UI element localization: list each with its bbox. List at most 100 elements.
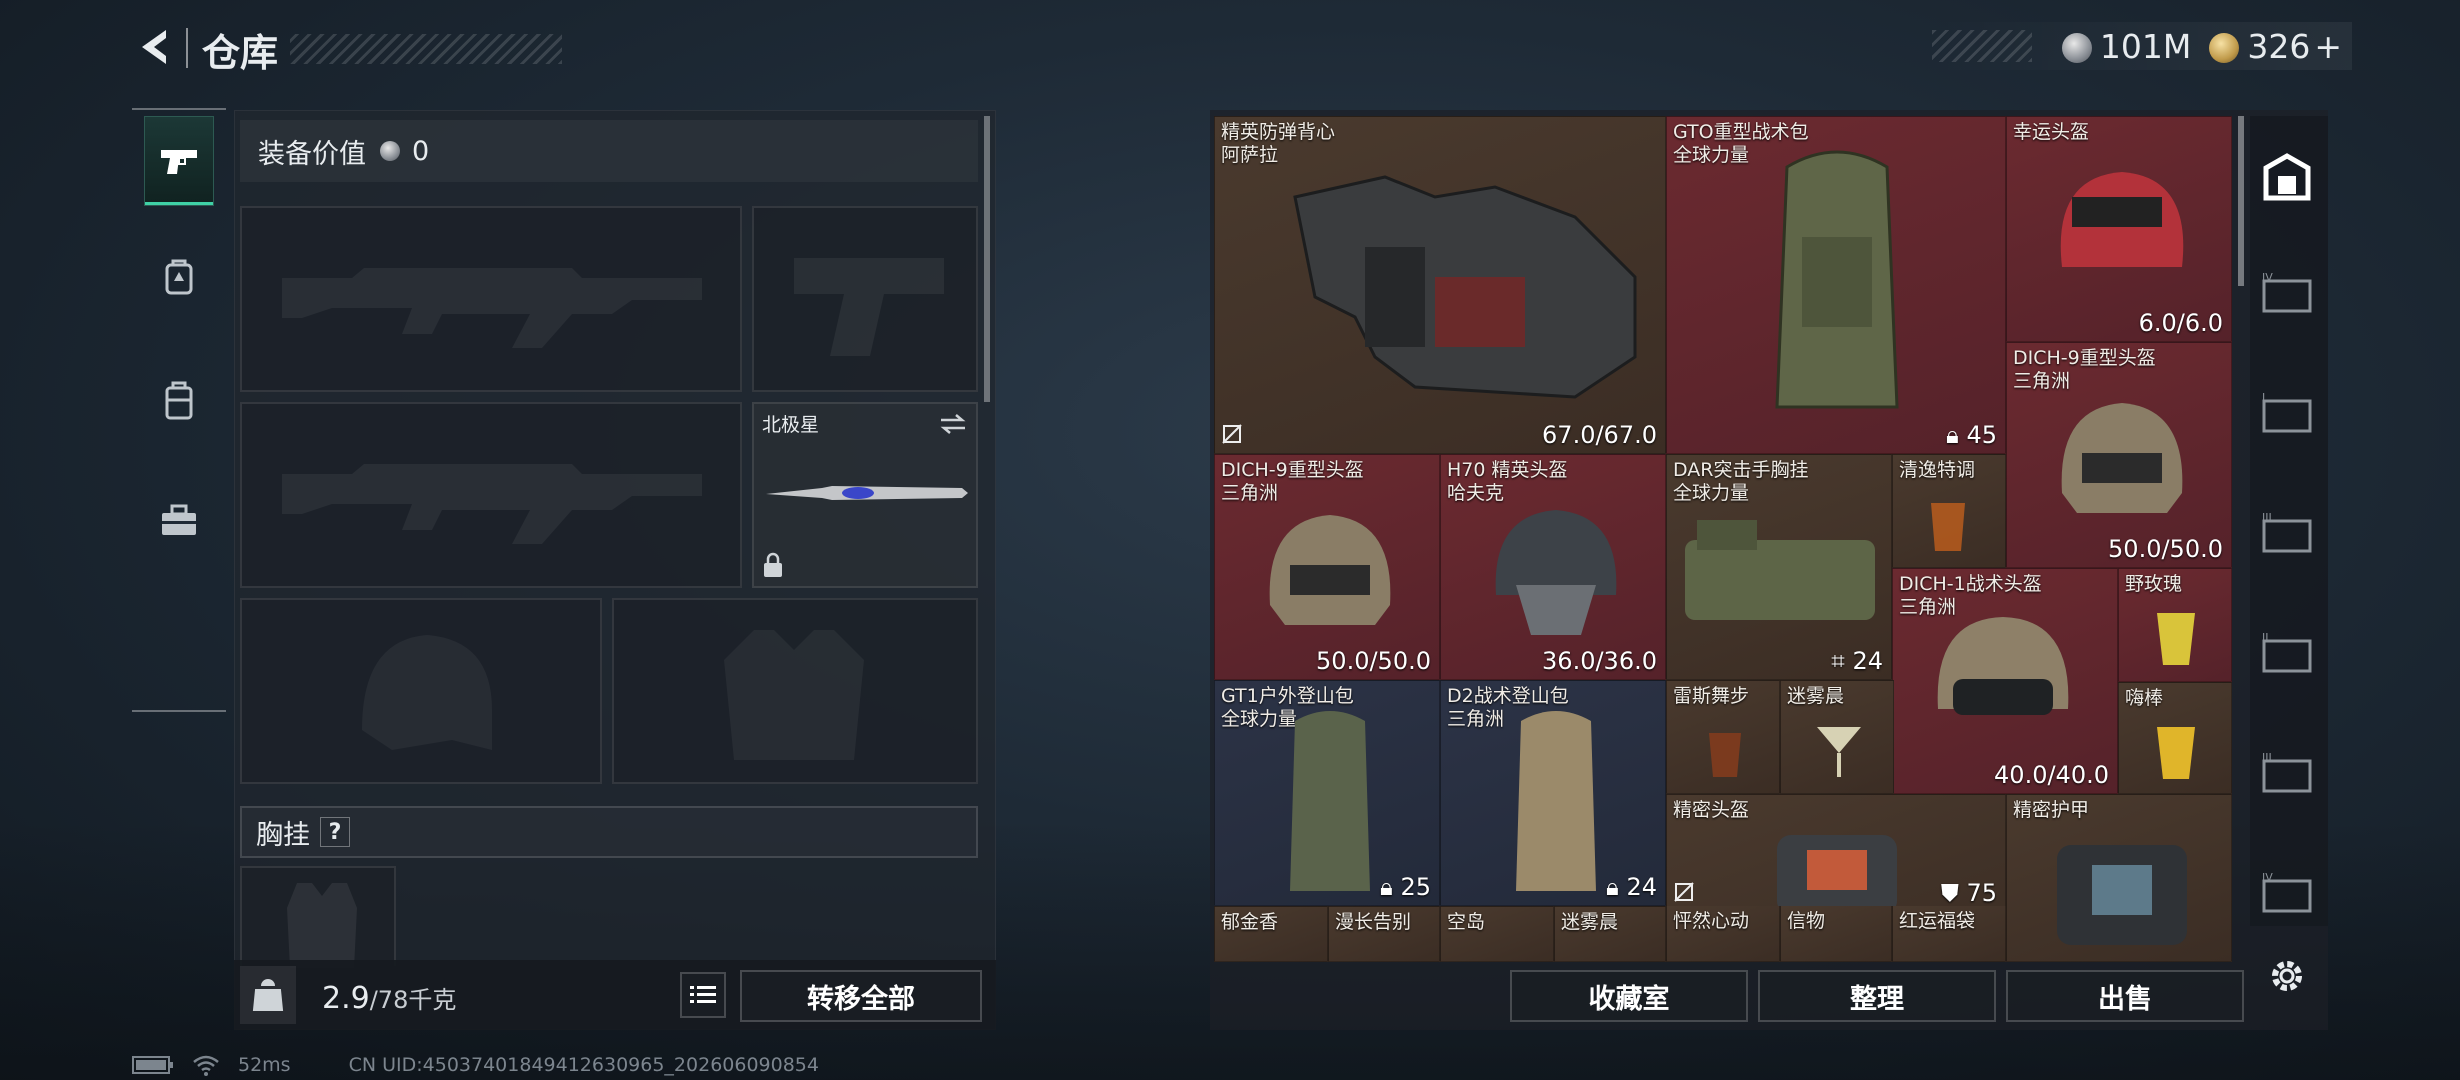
- backpack-item-icon: [1775, 150, 1899, 409]
- item-elite-vest[interactable]: 精英防弹背心 阿萨拉 67.0/67.0: [1214, 116, 1666, 454]
- melee-name: 北极星: [762, 414, 820, 436]
- silver-amount: 101M: [2099, 26, 2192, 66]
- item-mist-morning[interactable]: 迷雾晨: [1780, 680, 1894, 794]
- item-lucky-bag[interactable]: 红运福袋: [1892, 906, 2006, 962]
- transfer-all-button[interactable]: 转移全部: [740, 970, 982, 1022]
- item-lucky-helmet[interactable]: 幸运头盔 6.0/6.0: [2006, 116, 2232, 342]
- item-name: 清逸特调: [1899, 459, 1976, 481]
- storage-tab-3b-icon: III: [2262, 751, 2312, 793]
- silver-currency[interactable]: 101M: [2061, 26, 2192, 66]
- tab-storage-3b[interactable]: III: [2242, 728, 2332, 818]
- item-name: 红运福袋: [1899, 910, 1976, 932]
- item-capacity: 🔒︎ 24: [1606, 873, 1657, 901]
- back-arrow-icon: [142, 30, 166, 64]
- item-mist-morning-2[interactable]: 迷雾晨: [1554, 906, 1666, 962]
- sell-button[interactable]: 出售: [2006, 970, 2244, 1022]
- item-name: 迷雾晨: [1787, 685, 1845, 707]
- chest-rig-header: 胸挂 ?: [240, 806, 978, 858]
- back-button[interactable]: [132, 24, 178, 70]
- status-bar: 52ms CN UID:4503740184941263096​5_202606…: [132, 1052, 819, 1078]
- nav-armor[interactable]: [144, 356, 214, 446]
- tab-safe[interactable]: [2242, 132, 2332, 222]
- tab-storage-3[interactable]: III: [2242, 488, 2332, 578]
- gold-add-button[interactable]: +: [2314, 27, 2342, 66]
- item-dich1-helmet[interactable]: DICH-1战术头盔 三角洲 40.0/40.0: [1892, 568, 2118, 794]
- no-insurance-icon: [1222, 424, 1242, 444]
- nav-weapons[interactable]: [144, 116, 214, 206]
- secondary-weapon-slot[interactable]: [240, 402, 742, 588]
- helmet-item-icon: [2061, 403, 2183, 513]
- tab-storage-4[interactable]: IV: [2242, 248, 2332, 338]
- item-wild-rose[interactable]: 野玫瑰: [2118, 568, 2232, 682]
- warehouse-grid: 精英防弹背心 阿萨拉 67.0/67.0 GTO重型战术包 全球力量 🔒︎ 45 幸…: [1214, 116, 2232, 962]
- backpack-icon: [165, 259, 193, 295]
- lock-icon: [764, 552, 782, 577]
- cocktail-icon: [2157, 613, 2195, 665]
- knife-icon: [766, 486, 968, 500]
- item-tulip[interactable]: 郁金香: [1214, 906, 1328, 962]
- item-durability: 6.0/6.0: [2138, 309, 2223, 337]
- item-capacity: 🔒︎ 25: [1380, 873, 1431, 901]
- svg-text:II: II: [2262, 631, 2269, 644]
- equip-value: 0: [412, 135, 430, 167]
- melee-slot[interactable]: 北极星: [752, 402, 978, 588]
- nav-backpack[interactable]: [144, 232, 214, 322]
- helmet-item-icon: [1495, 510, 1617, 635]
- sidearm-slot[interactable]: [752, 206, 978, 392]
- item-name: 幸运头盔: [2013, 121, 2090, 143]
- item-qingyi-cocktail[interactable]: 清逸特调: [1892, 454, 2006, 568]
- currency-bar: 101M 326 +: [1932, 22, 2352, 70]
- item-precision-armor[interactable]: 精密护甲: [2006, 794, 2232, 962]
- category-nav: [132, 108, 226, 712]
- collection-button[interactable]: 收藏室: [1510, 970, 1748, 1022]
- nav-toolbox[interactable]: [144, 476, 214, 566]
- currency-decoration: [1932, 30, 2032, 62]
- swap-icon[interactable]: [938, 412, 968, 436]
- item-gto-pack[interactable]: GTO重型战术包 全球力量 🔒︎ 45: [1666, 116, 2006, 454]
- settings-button[interactable]: [2242, 934, 2332, 1018]
- tab-storage-1[interactable]: I: [2242, 368, 2332, 458]
- chest-rig-slot[interactable]: [240, 866, 396, 968]
- pistol-icon: [161, 150, 197, 174]
- storage-tab-2-icon: II: [2262, 631, 2312, 673]
- svg-text:IV: IV: [2262, 271, 2273, 284]
- page-title: 仓库: [202, 31, 279, 75]
- item-dich9-helmet-a[interactable]: DICH-9重型头盔 三角洲 50.0/50.0: [2006, 342, 2232, 568]
- help-icon[interactable]: ?: [320, 817, 350, 847]
- body-armor-slot[interactable]: [612, 598, 978, 784]
- item-name: 郁金香: [1221, 911, 1279, 933]
- item-leis-dance[interactable]: 雷斯舞步: [1666, 680, 1780, 794]
- gold-currency[interactable]: 326 +: [2209, 27, 2342, 66]
- helmet-slot[interactable]: [240, 598, 602, 784]
- list-view-button[interactable]: [680, 972, 726, 1018]
- tab-storage-4b[interactable]: IV: [2242, 848, 2332, 938]
- cocktail-icon: [1817, 727, 1861, 777]
- primary-weapon-slot[interactable]: [240, 206, 742, 392]
- tab-storage-2[interactable]: II: [2242, 608, 2332, 698]
- item-durability: 50.0/50.0: [1316, 647, 1431, 675]
- uid-text: CN UID:4503740184941263096​5_20260609085…: [348, 1054, 819, 1076]
- item-token[interactable]: 信物: [1780, 906, 1892, 962]
- item-dich9-helmet-b[interactable]: DICH-9重型头盔 三角洲 50.0/50.0: [1214, 454, 1440, 680]
- ping-text: 52ms: [238, 1054, 291, 1076]
- item-name: 雷斯舞步: [1673, 685, 1750, 707]
- item-heartbeat[interactable]: 怦然心动: [1666, 906, 1780, 962]
- item-d2-pack[interactable]: D2战术登山包 三角洲 🔒︎ 24: [1440, 680, 1666, 906]
- item-sky-island[interactable]: 空岛: [1440, 906, 1554, 962]
- item-long-goodbye[interactable]: 漫长告别: [1328, 906, 1440, 962]
- item-h70-helmet[interactable]: H70 精英头盔 哈夫克 36.0/36.0: [1440, 454, 1666, 680]
- toolbox-icon: [162, 504, 196, 535]
- title-divider: [186, 28, 188, 68]
- silver-coin-icon: [2061, 33, 2092, 63]
- sort-button[interactable]: 整理: [1758, 970, 1996, 1022]
- chest-rig-icon: [1685, 520, 1875, 620]
- weight-current: 2.9: [322, 981, 370, 1016]
- item-name: 信物: [1787, 910, 1826, 932]
- item-durability: 50.0/50.0: [2108, 535, 2223, 563]
- item-gt1-pack[interactable]: GT1户外登山包 全球力量 🔒︎ 25: [1214, 680, 1440, 906]
- item-dar-chest-rig[interactable]: DAR突击手胸挂 全球力量 ⌗ 24: [1666, 454, 1892, 680]
- item-name: 精密头盔: [1673, 799, 1750, 821]
- loadout-scrollbar[interactable]: [984, 116, 990, 402]
- storage-tab-3-icon: III: [2262, 511, 2312, 553]
- item-hi-stick[interactable]: 嗨棒: [2118, 682, 2232, 794]
